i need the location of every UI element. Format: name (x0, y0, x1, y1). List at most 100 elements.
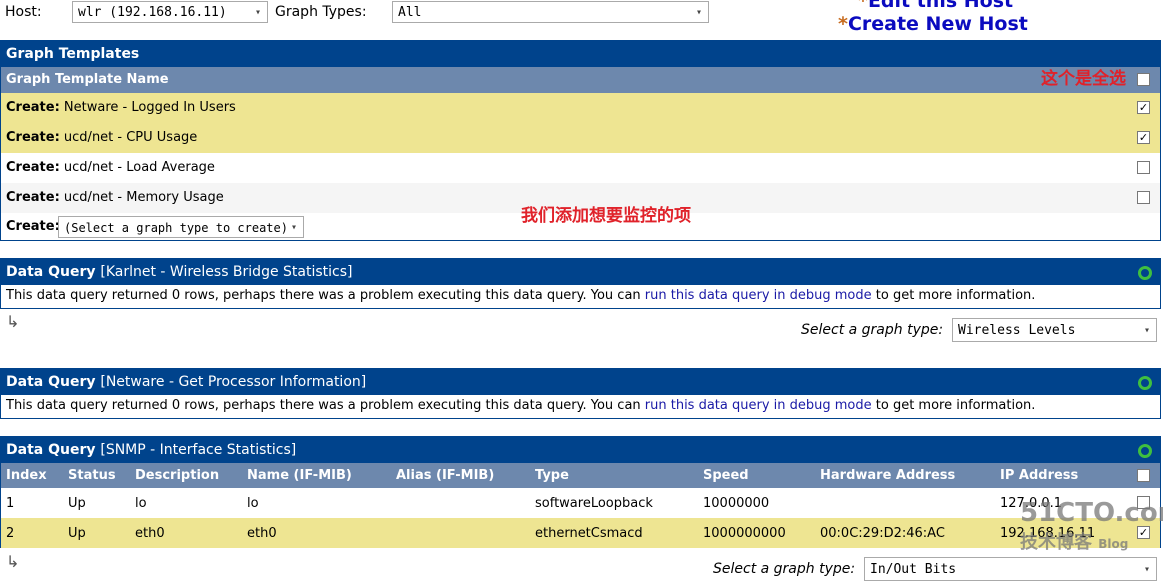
status-ok-icon (1138, 266, 1152, 280)
data-query-snmp: Data Query [SNMP - Interface Statistics]… (0, 436, 1161, 548)
column-header[interactable]: Type (530, 463, 698, 488)
edit-host-link[interactable]: *Edit this Host (858, 0, 1013, 12)
table-row[interactable]: 2 Up eth0 eth0 ethernetCsmacd 1000000000 00:0C… (1, 518, 1160, 548)
table-cell: ethernetCsmacd (535, 525, 643, 541)
table-cell: Up (68, 525, 86, 541)
dq1-graph-type-select[interactable]: Wireless Levels ▾ (952, 318, 1157, 342)
row-checkbox[interactable] (1137, 161, 1150, 174)
create-prefix: Create: (6, 130, 60, 145)
table-cell (815, 488, 995, 518)
select-all-annotation: 这个是全选 (1041, 69, 1126, 89)
dq-header: Data Query [SNMP - Interface Statistics] (1, 437, 1160, 463)
status-ok-icon (1138, 376, 1152, 390)
table-cell: 2 (6, 525, 15, 541)
create-prefix: Create: (6, 100, 60, 115)
column-header[interactable]: Index (1, 463, 63, 488)
chevron-down-icon: ▾ (290, 222, 297, 233)
dq-name: [Karlnet - Wireless Bridge Statistics] (100, 264, 353, 280)
dq-name: [SNMP - Interface Statistics] (100, 442, 297, 458)
select-all-checkbox[interactable] (1137, 73, 1150, 86)
graph-types-label: Graph Types: (275, 4, 367, 20)
graph-types-select[interactable]: All ▾ (392, 1, 709, 23)
bullet: * (838, 13, 848, 35)
column-header: Graph Template Name (6, 72, 169, 87)
graph-templates-panel: Graph Templates Graph Template Name 这个是全… (0, 40, 1161, 241)
table-cell: eth0 (247, 525, 277, 541)
column-header[interactable]: Status (63, 463, 130, 488)
return-arrow-icon: ↳ (6, 312, 20, 331)
table-row[interactable]: 1 Up lo lo softwareLoopback 10000000 127.0.0.1 (1, 488, 1160, 518)
template-name: ucd/net - Load Average (63, 160, 215, 175)
row-checkbox[interactable]: ✓ (1137, 101, 1150, 114)
column-header[interactable]: Description (130, 463, 242, 488)
interface-table: Index Status Description Name (IF-MIB) Alias… (1, 463, 1160, 548)
dq-name: [Netware - Get Processor Information] (100, 374, 367, 390)
chevron-down-icon: ▾ (254, 7, 261, 18)
add-items-annotation: 我们添加想要监控的项 (521, 206, 691, 226)
msg-text: to get more information. (871, 288, 1036, 303)
debug-mode-link[interactable]: run this data query in debug mode (645, 288, 872, 303)
template-name: ucd/net - CPU Usage (63, 130, 198, 145)
table-cell: lo (247, 495, 259, 511)
dq-prefix: Data Query (6, 442, 96, 458)
table-cell: 1000000000 (703, 525, 786, 541)
create-host-text: Create New Host (847, 13, 1028, 35)
host-label: Host: (5, 4, 42, 20)
create-prefix: Create: (6, 160, 60, 175)
template-name: ucd/net - Memory Usage (63, 190, 224, 205)
graph-template-row[interactable]: Create: ucd/net - CPU Usage ✓ (1, 123, 1160, 153)
row-checkbox[interactable]: ✓ (1137, 131, 1150, 144)
create-select-value: (Select a graph type to create) (64, 221, 288, 235)
table-cell (391, 488, 530, 518)
data-query-karlnet: Data Query [Karlnet - Wireless Bridge St… (0, 258, 1161, 309)
table-cell: 10000000 (703, 495, 770, 511)
graph-template-row[interactable]: Create: ucd/net - Load Average (1, 153, 1160, 183)
dq-message: This data query returned 0 rows, perhaps… (1, 285, 1160, 307)
dq-header: Data Query [Netware - Get Processor Info… (1, 369, 1160, 395)
watermark-line: 技术博客 (1020, 532, 1092, 553)
graph-types-value: All (398, 5, 422, 20)
status-ok-icon (1138, 444, 1152, 458)
dq-header: Data Query [Karlnet - Wireless Bridge St… (1, 259, 1160, 285)
row-checkbox[interactable] (1137, 191, 1150, 204)
host-select-value: wlr (192.168.16.11) (78, 5, 227, 20)
graph-type-create-select[interactable]: (Select a graph type to create) ▾ (58, 216, 304, 238)
dq-prefix: Data Query (6, 374, 96, 390)
select-graph-type-label: Select a graph type: (801, 322, 944, 338)
table-cell: 1 (6, 495, 15, 511)
column-header[interactable]: Speed (698, 463, 815, 488)
bullet: * (858, 0, 868, 12)
dq-message: This data query returned 0 rows, perhaps… (1, 395, 1160, 417)
select-all-checkbox[interactable] (1137, 469, 1150, 482)
dq-prefix: Data Query (6, 264, 96, 280)
msg-text: This data query returned 0 rows, perhaps… (6, 288, 645, 303)
msg-text: to get more information. (871, 398, 1036, 413)
data-query-netware: Data Query [Netware - Get Processor Info… (0, 368, 1161, 419)
column-header[interactable]: IP Address (995, 463, 1125, 488)
column-header[interactable]: Alias (IF-MIB) (391, 463, 530, 488)
edit-host-text: Edit this Host (867, 0, 1014, 12)
template-name: Netware - Logged In Users (63, 100, 236, 115)
table-cell: 00:0C:29:D2:46:AC (820, 525, 945, 541)
chevron-down-icon: ▾ (1143, 564, 1150, 575)
create-host-link[interactable]: *Create New Host (838, 13, 1028, 35)
table-cell: softwareLoopback (535, 495, 653, 511)
host-select[interactable]: wlr (192.168.16.11) ▾ (72, 1, 268, 23)
return-arrow-icon: ↳ (6, 552, 20, 571)
select-all-cell (1125, 463, 1160, 488)
create-prefix: Create: (6, 190, 60, 205)
column-header[interactable]: Name (IF-MIB) (242, 463, 391, 488)
graph-templates-header: Graph Template Name 这个是全选 (1, 67, 1160, 93)
select-value: Wireless Levels (958, 323, 1076, 338)
watermark-logo: 51CTO.com 技术博客 Blog (1020, 500, 1163, 552)
chevron-down-icon: ▾ (695, 7, 702, 18)
table-cell: Up (68, 495, 86, 511)
graph-template-row[interactable]: Create: Netware - Logged In Users ✓ (1, 93, 1160, 123)
table-cell: eth0 (135, 525, 165, 541)
watermark-line: 51CTO.com (1020, 498, 1163, 528)
graph-templates-title: Graph Templates (1, 41, 1160, 67)
debug-mode-link[interactable]: run this data query in debug mode (645, 398, 872, 413)
dq3-graph-type-select[interactable]: In/Out Bits ▾ (864, 557, 1157, 581)
column-header[interactable]: Hardware Address (815, 463, 995, 488)
chevron-down-icon: ▾ (1143, 325, 1150, 336)
